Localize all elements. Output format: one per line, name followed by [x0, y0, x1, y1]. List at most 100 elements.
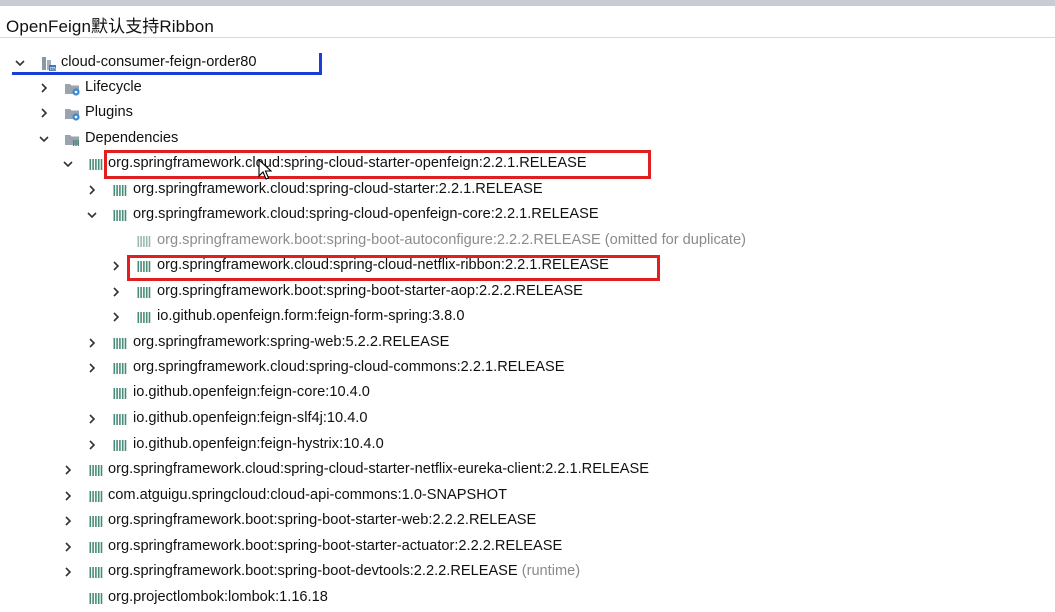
chevron-right-icon[interactable] [38, 107, 50, 119]
dependency-row[interactable]: io.github.openfeign:feign-hystrix:10.4.0 [0, 433, 1055, 458]
dependency-row[interactable]: org.springframework.cloud:spring-cloud-n… [0, 254, 1055, 279]
tree-item-label: Plugins [85, 104, 133, 120]
chevron-right-icon[interactable] [110, 260, 122, 272]
library-icon [88, 156, 105, 173]
dependency-scope-note: (omitted for duplicate) [604, 232, 746, 248]
library-icon [112, 385, 129, 402]
dependency-row[interactable]: org.springframework.boot:spring-boot-sta… [0, 509, 1055, 534]
dependency-coordinate: org.springframework.cloud:spring-cloud-s… [108, 461, 650, 477]
library-icon [136, 309, 153, 326]
library-icon [88, 488, 105, 505]
dependency-coordinate: org.springframework.cloud:spring-cloud-n… [157, 257, 609, 273]
dependency-label: org.springframework.cloud:spring-cloud-s… [108, 461, 649, 477]
chevron-right-icon[interactable] [86, 337, 98, 349]
svg-text:m: m [50, 66, 56, 73]
dependency-label: org.springframework.boot:spring-boot-sta… [108, 538, 562, 554]
dependency-row[interactable]: org.springframework.cloud:spring-cloud-c… [0, 356, 1055, 381]
tree-item-plugins[interactable]: Plugins [0, 101, 1055, 126]
dependency-coordinate: org.springframework.cloud:spring-cloud-o… [133, 206, 599, 222]
dependency-label: org.springframework.boot:spring-boot-sta… [108, 512, 536, 528]
chevron-right-icon[interactable] [86, 413, 98, 425]
dependency-label: org.springframework.boot:spring-boot-dev… [108, 563, 580, 579]
title-bar: OpenFeign默认支持Ribbon [0, 6, 1055, 38]
chevron-right-icon[interactable] [62, 490, 74, 502]
dependency-coordinate: io.github.openfeign:feign-core:10.4.0 [133, 384, 370, 400]
dependency-row[interactable]: org.springframework.boot:spring-boot-dev… [0, 560, 1055, 585]
chevron-right-icon[interactable] [110, 311, 122, 323]
dependency-coordinate: org.springframework.cloud:spring-cloud-s… [108, 155, 587, 171]
library-icon [112, 335, 129, 352]
dependency-label: org.springframework.boot:spring-boot-aut… [157, 232, 746, 248]
dependency-coordinate: org.projectlombok:lombok:1.16.18 [108, 589, 328, 605]
dependency-coordinate: org.springframework.boot:spring-boot-dev… [108, 563, 518, 579]
chevron-right-icon[interactable] [86, 184, 98, 196]
dependency-label: org.springframework.cloud:spring-cloud-o… [133, 206, 599, 222]
dependency-row[interactable]: org.springframework:spring-web:5.2.2.REL… [0, 331, 1055, 356]
chevron-down-icon[interactable] [14, 57, 26, 69]
dependency-label: io.github.openfeign:feign-core:10.4.0 [133, 384, 370, 400]
dependency-label: org.springframework.cloud:spring-cloud-n… [157, 257, 609, 273]
dependency-coordinate: org.springframework.cloud:spring-cloud-s… [133, 181, 543, 197]
library-icon [88, 462, 105, 479]
dependency-row[interactable]: io.github.openfeign:feign-core:10.4.0 [0, 381, 1055, 406]
library-icon [136, 233, 153, 250]
library-icon [88, 513, 105, 530]
chevron-right-icon[interactable] [62, 515, 74, 527]
library-icon [136, 258, 153, 275]
dependencies-folder-icon [64, 131, 81, 148]
dependency-label: io.github.openfeign.form:feign-form-spri… [157, 308, 464, 324]
tree-item-lifecycle[interactable]: Lifecycle [0, 76, 1055, 101]
chevron-right-icon[interactable] [86, 362, 98, 374]
tree-root-row[interactable]: m cloud-consumer-feign-order80 [0, 51, 1055, 76]
dependency-coordinate: org.springframework.cloud:spring-cloud-c… [133, 359, 565, 375]
lifecycle-folder-icon [64, 80, 81, 97]
chevron-right-icon[interactable] [62, 464, 74, 476]
dependency-label: org.springframework.cloud:spring-cloud-c… [133, 359, 565, 375]
dependency-row[interactable]: io.github.openfeign.form:feign-form-spri… [0, 305, 1055, 330]
dependency-scope-note: (runtime) [521, 563, 581, 579]
maven-dependency-tree: m cloud-consumer-feign-order80 Lifecycle [0, 37, 1055, 611]
library-icon [112, 207, 129, 224]
dependency-coordinate: org.springframework.boot:spring-boot-sta… [157, 283, 583, 299]
dependency-row[interactable]: org.springframework.cloud:spring-cloud-o… [0, 203, 1055, 228]
dependency-label: org.projectlombok:lombok:1.16.18 [108, 589, 328, 605]
dependency-coordinate: org.springframework:spring-web:5.2.2.REL… [133, 334, 450, 350]
chevron-right-icon[interactable] [62, 541, 74, 553]
chevron-down-icon[interactable] [62, 158, 74, 170]
library-icon [112, 182, 129, 199]
tree-root-label: cloud-consumer-feign-order80 [61, 54, 257, 70]
tree-item-label: Dependencies [85, 130, 179, 146]
tree-item-dependencies[interactable]: Dependencies [0, 127, 1055, 152]
chevron-down-icon[interactable] [86, 209, 98, 221]
dependency-row[interactable]: org.springframework.boot:spring-boot-sta… [0, 280, 1055, 305]
dependency-row[interactable]: org.springframework.cloud:spring-cloud-s… [0, 458, 1055, 483]
chevron-right-icon[interactable] [38, 82, 50, 94]
library-icon [88, 539, 105, 556]
maven-module-icon: m [40, 55, 57, 73]
dependency-row[interactable]: org.springframework.cloud:spring-cloud-s… [0, 178, 1055, 203]
chevron-right-icon[interactable] [86, 439, 98, 451]
library-icon [112, 437, 129, 454]
dependency-label: io.github.openfeign:feign-slf4j:10.4.0 [133, 410, 367, 426]
dependency-coordinate: io.github.openfeign:feign-hystrix:10.4.0 [133, 436, 384, 452]
library-icon [112, 411, 129, 428]
tree-item-label: Lifecycle [85, 79, 142, 95]
chevron-right-icon[interactable] [110, 286, 122, 298]
dependency-row[interactable]: com.atguigu.springcloud:cloud-api-common… [0, 484, 1055, 509]
dependency-coordinate: io.github.openfeign:feign-slf4j:10.4.0 [133, 410, 368, 426]
dependency-row[interactable]: org.springframework.cloud:spring-cloud-s… [0, 152, 1055, 177]
dependency-row[interactable]: org.projectlombok:lombok:1.16.18 [0, 586, 1055, 611]
dependency-label: org.springframework:spring-web:5.2.2.REL… [133, 334, 449, 350]
library-icon [136, 284, 153, 301]
dependency-row[interactable]: io.github.openfeign:feign-slf4j:10.4.0 [0, 407, 1055, 432]
dependency-coordinate: com.atguigu.springcloud:cloud-api-common… [108, 487, 508, 503]
chevron-down-icon[interactable] [38, 133, 50, 145]
dependency-row[interactable]: org.springframework.boot:spring-boot-sta… [0, 535, 1055, 560]
dependency-row[interactable]: org.springframework.boot:spring-boot-aut… [0, 229, 1055, 254]
chevron-right-icon[interactable] [62, 566, 74, 578]
dependency-label: io.github.openfeign:feign-hystrix:10.4.0 [133, 436, 384, 452]
dependency-label: org.springframework.cloud:spring-cloud-s… [108, 155, 587, 171]
dependency-coordinate: io.github.openfeign.form:feign-form-spri… [157, 308, 465, 324]
library-icon [88, 590, 105, 607]
dependency-label: com.atguigu.springcloud:cloud-api-common… [108, 487, 507, 503]
